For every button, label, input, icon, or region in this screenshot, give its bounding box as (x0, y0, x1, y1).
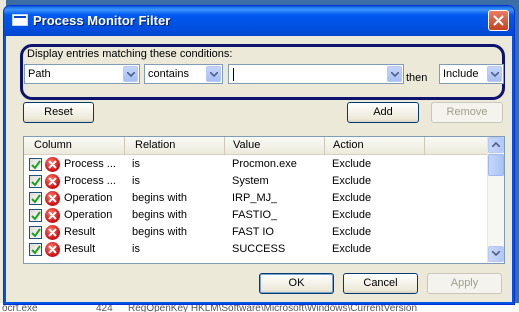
row-value: Procmon.exe (232, 158, 297, 170)
relation-select-value: contains (148, 68, 189, 80)
row-action: Exclude (332, 209, 372, 221)
row-column: Process ... (64, 158, 116, 170)
column-header-column[interactable]: Column (24, 137, 125, 155)
row-value: FAST IO (232, 226, 274, 238)
background-operation-text: RegOpenKey HKLM\Software\Microsoft\Windo… (128, 303, 418, 312)
column-header-relation[interactable]: Relation (125, 137, 225, 155)
background-process-text: ocrt.exe (2, 303, 38, 312)
row-checkbox[interactable] (29, 175, 42, 188)
apply-button[interactable]: Apply (427, 273, 502, 294)
chevron-down-icon[interactable] (487, 66, 502, 82)
add-button[interactable]: Add (347, 102, 419, 123)
column-header-filler (425, 137, 487, 155)
row-checkbox[interactable] (29, 192, 42, 205)
exclude-icon (45, 242, 60, 257)
row-checkbox[interactable] (29, 209, 42, 222)
vertical-scrollbar[interactable] (487, 137, 504, 263)
checkmark-icon (31, 245, 41, 255)
column-select-value: Path (28, 68, 51, 80)
column-header-action[interactable]: Action (325, 137, 425, 155)
window-icon (12, 14, 28, 26)
chevron-down-icon[interactable] (387, 66, 402, 82)
column-select[interactable]: Path (24, 64, 140, 84)
relation-select[interactable]: contains (144, 64, 223, 84)
row-relation: is (132, 175, 140, 187)
row-column: Operation (64, 192, 113, 204)
conditions-label: Display entries matching these condition… (27, 48, 233, 60)
action-select-value: Include (443, 68, 479, 80)
row-relation: is (132, 158, 140, 170)
column-header-value[interactable]: Value (225, 137, 325, 155)
scroll-thumb[interactable] (488, 154, 504, 176)
cancel-button[interactable]: Cancel (343, 273, 418, 294)
row-action: Exclude (332, 175, 372, 187)
row-relation: begins with (132, 226, 188, 238)
title-bar[interactable]: Process Monitor Filter (4, 6, 514, 36)
scroll-down-button[interactable] (488, 246, 504, 262)
row-column: Process ... (64, 175, 116, 187)
row-column: Result (64, 226, 96, 238)
row-column: Result (64, 243, 96, 255)
list-header: Column Relation Value Action (24, 137, 487, 155)
table-row[interactable]: Process ... is Procmon.exe Exclude (24, 156, 487, 173)
background-pid-text: 424 (96, 303, 113, 312)
row-checkbox[interactable] (29, 158, 42, 171)
exclude-icon (45, 225, 60, 240)
row-checkbox[interactable] (29, 243, 42, 256)
dialog-client-area: Display entries matching these condition… (7, 36, 511, 301)
row-column: Operation (64, 209, 113, 221)
table-row[interactable]: Result begins with FAST IO Exclude (24, 224, 487, 241)
scroll-up-button[interactable] (488, 137, 504, 153)
filter-list[interactable]: Column Relation Value Action Process ...… (23, 136, 505, 264)
checkmark-icon (31, 160, 41, 170)
row-action: Exclude (332, 226, 372, 238)
table-row[interactable]: Process ... is System Exclude (24, 173, 487, 190)
row-value: FASTIO_ (232, 209, 278, 221)
exclude-icon (45, 157, 60, 172)
row-relation: is (132, 243, 140, 255)
then-label: then (406, 72, 428, 84)
chevron-down-icon[interactable] (123, 66, 138, 82)
row-relation: begins with (132, 192, 188, 204)
exclude-icon (45, 208, 60, 223)
row-action: Exclude (332, 192, 372, 204)
row-value: SUCCESS (232, 243, 286, 255)
reset-button[interactable]: Reset (23, 102, 94, 123)
checkmark-icon (31, 177, 41, 187)
exclude-icon (45, 191, 60, 206)
row-checkbox[interactable] (29, 226, 42, 239)
window-title: Process Monitor Filter (33, 13, 171, 28)
chevron-down-icon[interactable] (206, 66, 221, 82)
remove-button[interactable]: Remove (431, 102, 503, 123)
table-row[interactable]: Result is SUCCESS Exclude (24, 241, 487, 258)
row-value: System (232, 175, 269, 187)
row-relation: begins with (132, 209, 188, 221)
condition-editor: Display entries matching these condition… (20, 44, 505, 100)
exclude-icon (45, 174, 60, 189)
checkmark-icon (31, 194, 41, 204)
text-caret (233, 68, 234, 81)
ok-button[interactable]: OK (259, 273, 334, 294)
action-select[interactable]: Include (439, 64, 504, 84)
chevron-down-icon (492, 251, 500, 256)
row-action: Exclude (332, 158, 372, 170)
chevron-up-icon (492, 142, 500, 147)
close-button[interactable] (488, 10, 509, 31)
checkmark-icon (31, 211, 41, 221)
filter-dialog: Process Monitor Filter Display entries m… (3, 5, 515, 305)
row-action: Exclude (332, 243, 372, 255)
table-row[interactable]: Operation begins with IRP_MJ_ Exclude (24, 190, 487, 207)
table-row[interactable]: Operation begins with FASTIO_ Exclude (24, 207, 487, 224)
checkmark-icon (31, 228, 41, 238)
value-combo-input[interactable] (228, 64, 404, 84)
row-value: IRP_MJ_ (232, 192, 278, 204)
close-icon (493, 15, 504, 26)
